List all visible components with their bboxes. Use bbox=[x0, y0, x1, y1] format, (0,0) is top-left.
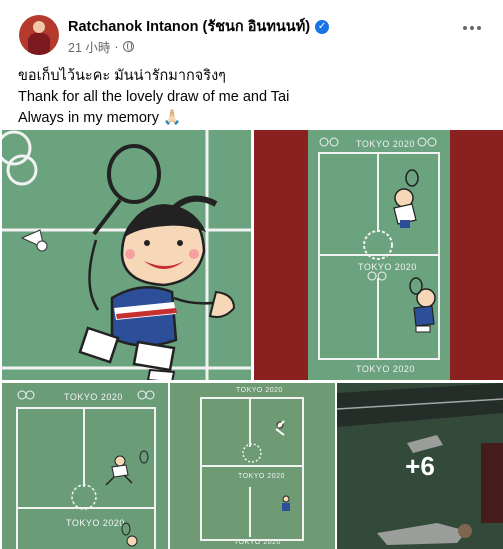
avatar-head bbox=[33, 21, 45, 33]
post-meta: 21 小時 · bbox=[68, 37, 134, 56]
post-time[interactable]: 21 小時 bbox=[68, 37, 110, 56]
photo-2[interactable]: TOKYO 2020 TOKYO 2020 TOKYO 2020 bbox=[254, 130, 503, 380]
photo-4[interactable]: TOKYO 2020 TOKYO 2020 TOKYO 2020 bbox=[170, 383, 335, 549]
court-decor-illustration bbox=[319, 137, 437, 333]
court-decor-illustration bbox=[242, 420, 290, 511]
globe-icon[interactable] bbox=[122, 41, 134, 52]
cartoon-player-illustration bbox=[2, 130, 251, 380]
caption-line-1: ขอเก็บไว้นะคะ มันน่ารักมากจริงๆ bbox=[18, 68, 226, 84]
caption-line-3: Always in my memory 🙏🏻 bbox=[18, 110, 182, 126]
meta-separator: · bbox=[114, 39, 119, 54]
avatar-body bbox=[28, 33, 50, 55]
post-header: Ratchanok Intanon (รัชนก อินทนนท์) ✓ 21 … bbox=[0, 0, 503, 66]
more-photos-overlay[interactable]: +6 bbox=[337, 383, 503, 549]
author-avatar[interactable] bbox=[19, 15, 59, 55]
caption-line-2: Thank for all the lovely draw of me and … bbox=[18, 89, 290, 105]
photo-grid: TOKYO 2020 TOKYO 2020 TOKYO 2020 TOKYO 2… bbox=[0, 130, 503, 549]
author-name[interactable]: Ratchanok Intanon (รัชนก อินทนนท์) bbox=[68, 15, 310, 38]
photo-1[interactable] bbox=[2, 130, 251, 380]
court-decor-illustration bbox=[17, 390, 155, 547]
photo-5[interactable]: +6 bbox=[337, 383, 503, 549]
author-row: Ratchanok Intanon (รัชนก อินทนนท์) ✓ bbox=[68, 15, 330, 38]
more-horizontal-icon[interactable] bbox=[463, 26, 481, 30]
verified-check-icon: ✓ bbox=[315, 19, 330, 34]
post-caption: ขอเก็บไว้นะคะ มันน่ารักมากจริงๆ Thank fo… bbox=[18, 66, 289, 129]
photo-3[interactable]: TOKYO 2020 TOKYO 2020 bbox=[2, 383, 168, 549]
